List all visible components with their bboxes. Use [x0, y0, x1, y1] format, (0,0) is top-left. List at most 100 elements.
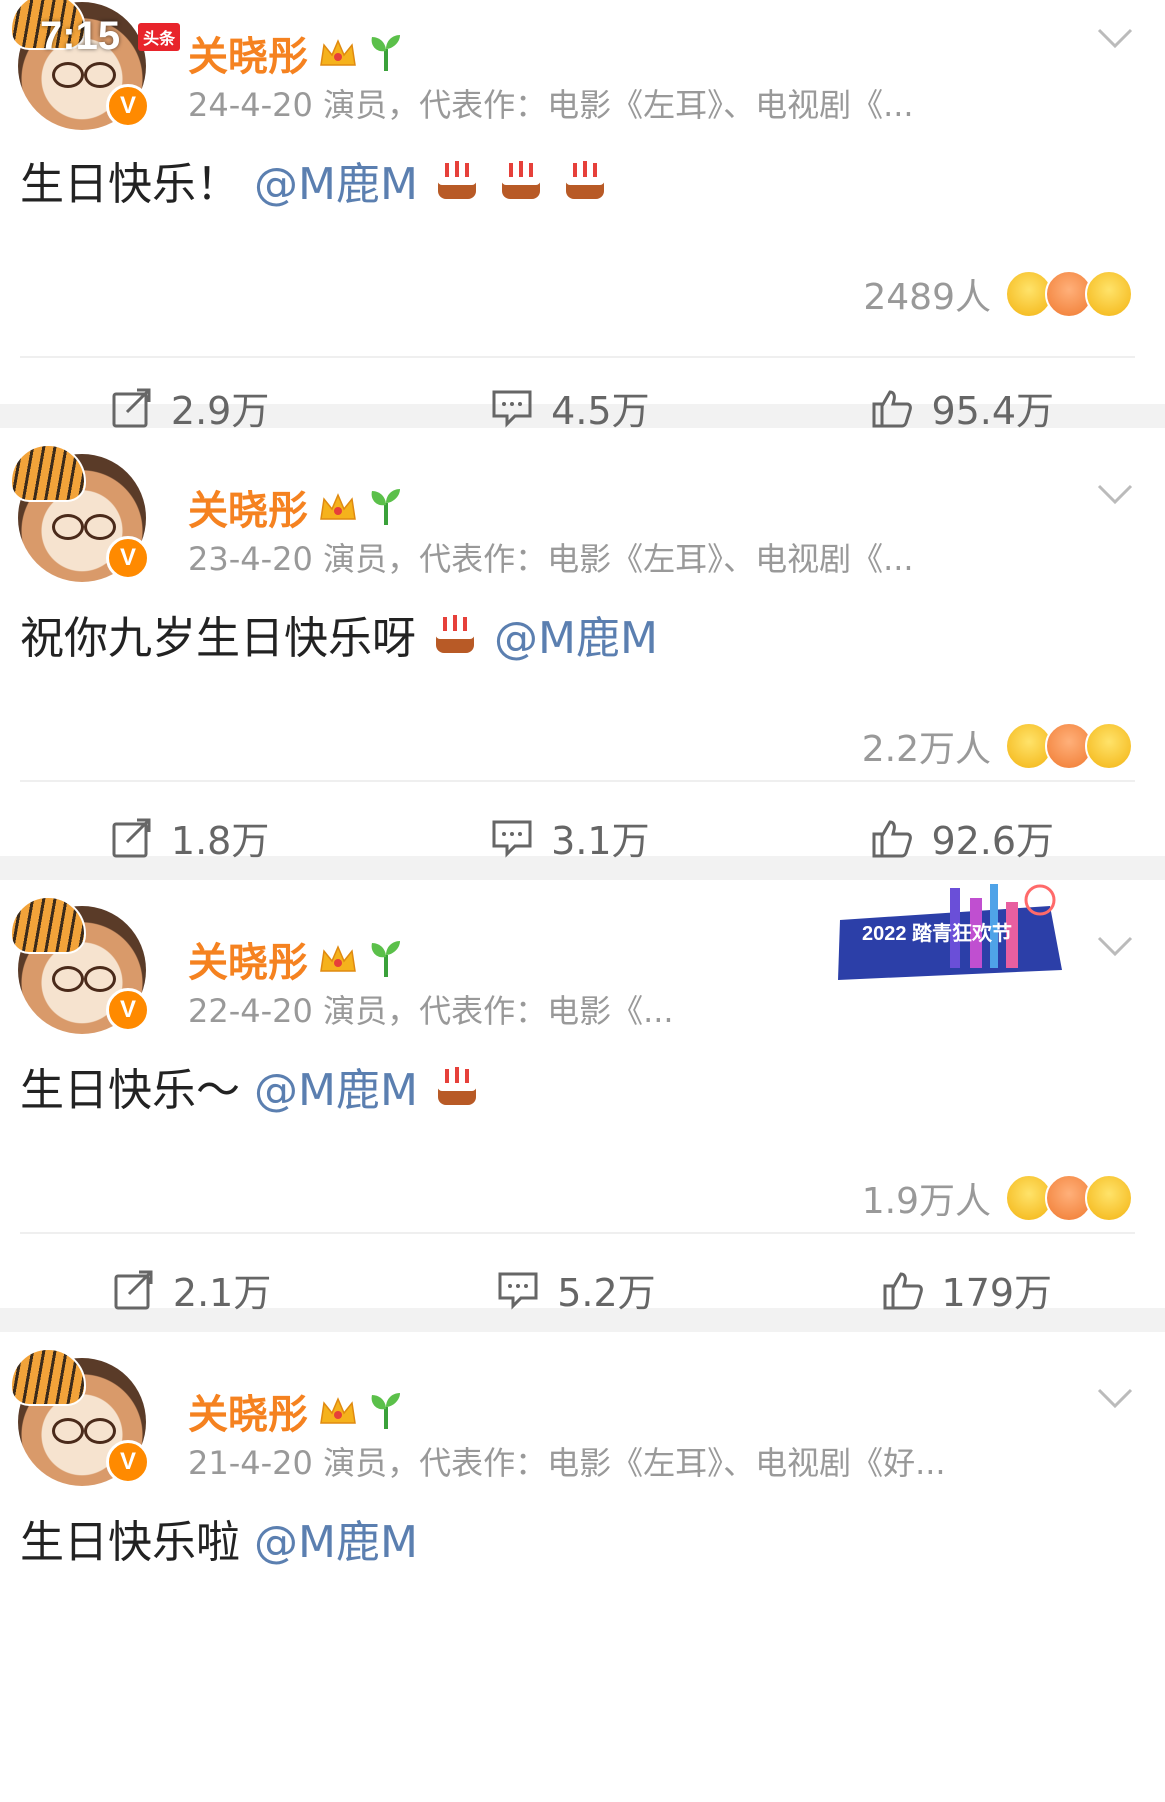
comment-button[interactable]: 5.2万	[497, 1262, 656, 1317]
share-count: 2.1万	[172, 1271, 272, 1315]
birthday-cake-icon	[560, 155, 610, 205]
post-meta: 24-4-20 演员，代表作：电影《左耳》、电视剧《...	[188, 86, 914, 124]
mention-link[interactable]: @M鹿M	[494, 602, 658, 666]
glasses	[52, 514, 116, 540]
username[interactable]: 关晓彤	[188, 24, 404, 82]
reaction-summary[interactable]: 1.9万人	[862, 1172, 1133, 1224]
mention-link[interactable]: @M鹿M	[254, 1506, 418, 1570]
post-card[interactable]: V 关晓彤 22-4-20 演员，代表作：电影《... 2022 踏青狂欢节 生…	[0, 880, 1165, 1315]
chevron-down-icon[interactable]	[1095, 24, 1135, 52]
username[interactable]: 关晓彤	[188, 930, 404, 988]
avatar[interactable]: V	[10, 1348, 150, 1486]
verified-badge: V	[106, 988, 150, 1032]
comment-count: 3.1万	[551, 819, 650, 863]
share-button[interactable]: 1.8万	[111, 810, 269, 865]
like-button[interactable]: 179万	[882, 1262, 1053, 1317]
comment-icon	[491, 388, 533, 428]
reaction-summary[interactable]: 2.2万人	[862, 720, 1133, 772]
share-icon	[113, 1270, 155, 1310]
sprout-icon	[368, 1391, 404, 1431]
like-button[interactable]: 95.4万	[871, 380, 1054, 435]
birthday-cake-icon	[432, 1061, 482, 1111]
share-button[interactable]: 2.9万	[111, 380, 269, 435]
avatar[interactable]: V	[10, 896, 150, 1034]
thumbs-up-icon	[871, 388, 913, 428]
glasses	[52, 62, 116, 88]
thumbs-up-icon	[871, 818, 913, 858]
comment-icon	[497, 1270, 539, 1310]
post-meta: 23-4-20 演员，代表作：电影《左耳》、电视剧《...	[188, 540, 914, 578]
tiger-hat-icon	[10, 896, 86, 954]
comment-button[interactable]: 3.1万	[491, 810, 650, 865]
like-count: 95.4万	[931, 389, 1055, 433]
crown-icon	[318, 1395, 358, 1427]
username[interactable]: 关晓彤	[188, 1382, 404, 1440]
reaction-emoji-icons	[1005, 1174, 1133, 1222]
post-text: 生日快乐～ @M鹿M	[20, 1054, 482, 1118]
post-card[interactable]: V 关晓彤 21-4-20 演员，代表作：电影《左耳》、电视剧《好... 生日快…	[0, 1332, 1165, 1602]
mention-link[interactable]: @M鹿M	[254, 148, 418, 212]
comment-count: 5.2万	[557, 1271, 656, 1315]
post-card[interactable]: V 关晓彤 23-4-20 演员，代表作：电影《左耳》、电视剧《... 祝你九岁…	[0, 428, 1165, 863]
sprout-icon	[368, 33, 404, 73]
reaction-count: 1.9万人	[861, 1181, 991, 1222]
post-meta: 21-4-20 演员，代表作：电影《左耳》、电视剧《好...	[188, 1444, 946, 1482]
like-count: 92.6万	[931, 819, 1055, 863]
username[interactable]: 关晓彤	[188, 478, 404, 536]
chevron-down-icon[interactable]	[1095, 480, 1135, 508]
glasses	[52, 966, 116, 992]
tiger-hat-icon	[10, 444, 86, 502]
share-icon	[111, 388, 153, 428]
birthday-cake-icon	[496, 155, 546, 205]
reaction-summary[interactable]: 2489人	[863, 268, 1133, 320]
comment-icon	[491, 818, 533, 858]
like-button[interactable]: 92.6万	[871, 810, 1054, 865]
verified-badge: V	[106, 1440, 150, 1484]
post-body: 生日快乐～	[20, 1065, 240, 1116]
chevron-down-icon[interactable]	[1095, 932, 1135, 960]
tiger-hat-icon	[10, 1348, 86, 1406]
reaction-emoji-icons	[1005, 722, 1133, 770]
post-text: 生日快乐啦 @M鹿M	[20, 1506, 418, 1570]
post-meta: 22-4-20 演员，代表作：电影《...	[188, 992, 674, 1030]
post-text: 祝你九岁生日快乐呀 @M鹿M	[20, 602, 658, 666]
avatar[interactable]: V	[10, 444, 150, 582]
username-text: 关晓彤	[188, 1392, 308, 1438]
birthday-cake-icon	[432, 155, 482, 205]
crown-icon	[318, 37, 358, 69]
event-banner[interactable]: 2022 踏青狂欢节	[830, 880, 1070, 990]
divider	[20, 1232, 1135, 1234]
thumbs-up-icon	[882, 1270, 924, 1310]
sprout-icon	[368, 939, 404, 979]
action-bar: 2.1万 5.2万 179万	[0, 1262, 1165, 1317]
glasses	[52, 1418, 116, 1444]
post-card[interactable]: V 关晓彤 24-4-20 演员，代表作：电影《左耳》、电视剧《... 生日快乐…	[0, 0, 1165, 433]
banner-text: 2022 踏青狂欢节	[862, 921, 1012, 945]
action-bar: 1.8万 3.1万 92.6万	[0, 810, 1165, 865]
username-text: 关晓彤	[188, 940, 308, 986]
username-text: 关晓彤	[188, 34, 308, 80]
like-count: 179万	[941, 1271, 1053, 1315]
reaction-emoji-icons	[1005, 270, 1133, 318]
status-time: 7:15	[40, 14, 121, 58]
post-text: 生日快乐！ @M鹿M	[20, 148, 610, 212]
status-bar: 7:15 头条	[40, 14, 181, 59]
comment-button[interactable]: 4.5万	[491, 380, 650, 435]
share-button[interactable]: 2.1万	[113, 1262, 271, 1317]
reaction-count: 2.2万人	[861, 729, 991, 770]
divider	[20, 780, 1135, 782]
username-text: 关晓彤	[188, 488, 308, 534]
verified-badge: V	[106, 84, 150, 128]
reaction-count: 2489人	[863, 277, 991, 318]
share-count: 2.9万	[170, 389, 270, 433]
comment-count: 4.5万	[551, 389, 650, 433]
action-bar: 2.9万 4.5万 95.4万	[0, 380, 1165, 435]
post-body: 生日快乐啦	[20, 1517, 240, 1568]
post-body: 祝你九岁生日快乐呀	[20, 613, 416, 664]
sprout-icon	[368, 487, 404, 527]
app-badge: 头条	[138, 22, 181, 51]
mention-link[interactable]: @M鹿M	[254, 1054, 418, 1118]
crown-icon	[318, 491, 358, 523]
share-count: 1.8万	[170, 819, 270, 863]
chevron-down-icon[interactable]	[1095, 1384, 1135, 1412]
